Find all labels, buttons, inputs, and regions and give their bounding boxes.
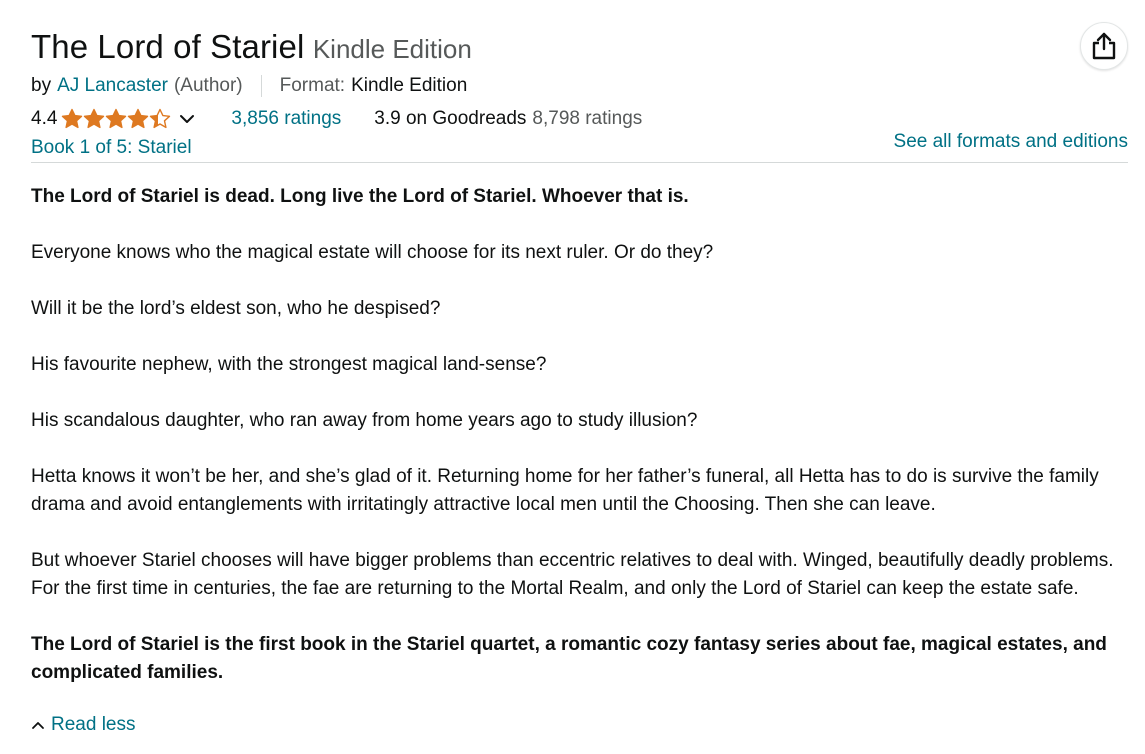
series-link[interactable]: Book 1 of 5: Stariel <box>31 137 192 159</box>
author-role: (Author) <box>173 75 243 96</box>
byline: by AJ Lancaster (Author) Format: Kindle … <box>31 75 467 97</box>
read-less-button[interactable]: Read less <box>31 714 136 736</box>
book-title: The Lord of Stariel <box>31 28 305 65</box>
description-paragraph: But whoever Stariel chooses will have bi… <box>31 550 1114 599</box>
rating-row: 4.4 3,856 ratings 3.9 on Goodreads 8,798… <box>31 108 642 130</box>
description-paragraph: Everyone knows who the magical estate wi… <box>31 242 714 263</box>
star-icon <box>128 108 149 129</box>
title-row: The Lord of Stariel Kindle Edition <box>31 28 472 66</box>
star-icon <box>150 108 171 129</box>
read-less-label[interactable]: Read less <box>51 714 136 736</box>
ratings-count-link[interactable]: 3,856 ratings <box>231 108 341 130</box>
book-edition: Kindle Edition <box>312 34 472 64</box>
section-divider <box>31 162 1128 163</box>
description-paragraph: The Lord of Stariel is the first book in… <box>31 634 1107 683</box>
description-paragraph: Will it be the lord’s eldest son, who he… <box>31 298 441 319</box>
star-icon <box>84 108 105 129</box>
product-page: The Lord of Stariel Kindle Edition by AJ… <box>0 0 1145 754</box>
format-value: Kindle Edition <box>351 75 468 96</box>
format-label: Format: <box>279 75 346 96</box>
byline-prefix: by <box>31 75 52 96</box>
description-paragraph: The Lord of Stariel is dead. Long live t… <box>31 186 689 207</box>
byline-divider <box>260 75 262 97</box>
goodreads-score: 3.9 on Goodreads <box>374 108 527 129</box>
star-icon <box>62 108 83 129</box>
chevron-up-icon <box>32 722 44 729</box>
share-button[interactable] <box>1080 22 1128 70</box>
star-rating[interactable] <box>61 108 171 130</box>
chevron-down-icon <box>180 115 195 123</box>
description-paragraph: His scandalous daughter, who ran away fr… <box>31 410 698 431</box>
book-description: The Lord of Stariel is dead. Long live t… <box>31 183 1131 687</box>
author-link[interactable]: AJ Lancaster <box>57 75 168 97</box>
formats-editions-link[interactable]: See all formats and editions <box>894 131 1128 153</box>
rating-score: 4.4 <box>31 108 58 129</box>
description-paragraph: Hetta knows it won’t be her, and she’s g… <box>31 466 1099 515</box>
description-paragraph: His favourite nephew, with the strongest… <box>31 354 547 375</box>
star-icon <box>106 108 127 129</box>
rating-popover-toggle[interactable] <box>179 113 195 125</box>
share-icon <box>1092 32 1116 60</box>
goodreads-ratings: 8,798 ratings <box>532 108 643 129</box>
